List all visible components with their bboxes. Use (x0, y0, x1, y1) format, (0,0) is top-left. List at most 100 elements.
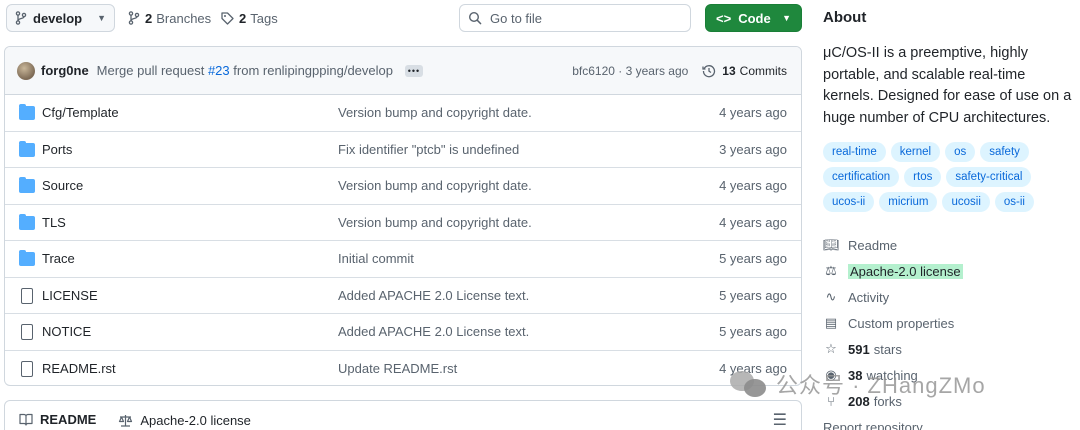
file-commit-date: 5 years ago (719, 251, 787, 267)
file-commit-message[interactable]: Version bump and copyright date. (338, 178, 532, 193)
star-icon: ☆ (825, 341, 837, 356)
branch-select-button[interactable]: develop ▼ (6, 4, 115, 32)
about-heading: About (823, 9, 867, 26)
file-name[interactable]: NOTICE (42, 324, 91, 339)
license-tab-label: Apache-2.0 license (140, 412, 251, 428)
topic-tag[interactable]: kernel (890, 142, 941, 162)
watermark: 公众号 · ZHangZMo (728, 368, 986, 400)
search-placeholder: Go to file (490, 10, 543, 26)
search-icon (468, 11, 482, 25)
tab-license[interactable]: Apache-2.0 license (118, 413, 251, 428)
topic-tag[interactable]: certification (823, 167, 900, 187)
pr-link[interactable]: #23 (208, 63, 230, 78)
wechat-logo-icon (728, 369, 768, 399)
file-name[interactable]: README.rst (42, 361, 116, 376)
topic-tag[interactable]: os (945, 142, 976, 162)
folder-icon (19, 213, 35, 230)
topic-tag[interactable]: ucos-ii (823, 192, 875, 212)
topic-tag[interactable]: ucosii (942, 192, 990, 212)
tags-link[interactable]: 2 Tags (221, 4, 278, 32)
file-row[interactable]: TLS Version bump and copyright date. 4 yea… (5, 205, 801, 241)
report-label: Report repository (823, 419, 923, 430)
file-commit-date: 4 years ago (719, 178, 787, 194)
folder-icon (19, 177, 35, 193)
topic-tag[interactable]: real-time (823, 142, 886, 162)
file-commit-message[interactable]: Fix identifier "ptcb" is undefined (338, 142, 519, 157)
file-name[interactable]: Ports (42, 142, 72, 157)
file-commit-date: 3 years ago (719, 141, 787, 157)
readme-link-label: Readme (848, 237, 898, 253)
repo-description: μC/OS-II is a preemptive, highly portabl… (823, 45, 1072, 126)
topic-tag[interactable]: safety-critical (946, 167, 1032, 187)
commit-message[interactable]: Merge pull request #23 from renlipingppi… (97, 63, 393, 78)
tags-count: 2 (239, 10, 247, 26)
file-commit-message[interactable]: Added APACHE 2.0 License text. (338, 324, 529, 339)
file-icon (21, 324, 33, 340)
branches-count: 2 (145, 10, 153, 26)
readme-link[interactable]: 📖︎ Readme (823, 232, 963, 258)
code-icon: <> (716, 10, 732, 26)
file-icon (21, 287, 33, 304)
readme-tab-label: README (40, 411, 97, 427)
report-repository-link[interactable]: Report repository (823, 414, 963, 430)
topic-tag[interactable]: safety (980, 142, 1029, 162)
folder-icon (19, 250, 35, 266)
custom-properties-link[interactable]: ▤ Custom properties (823, 310, 963, 336)
file-icon (21, 360, 33, 377)
file-row[interactable]: README.rst Update README.rst 4 years ago (5, 351, 801, 386)
stars-label: stars (873, 341, 902, 357)
file-row[interactable]: Source Version bump and copyright date. 4 … (5, 168, 801, 205)
commit-sha-time[interactable]: bfc6120 · 3 years ago (572, 64, 688, 78)
file-name[interactable]: Source (42, 178, 83, 193)
commit-author[interactable]: forg0ne (41, 63, 89, 78)
outline-menu-icon[interactable]: ☰ (773, 410, 787, 430)
topic-list: real-time kernel os safety certification rtos… (823, 142, 1075, 212)
stars-link[interactable]: ☆ 591 stars (823, 336, 963, 362)
file-row[interactable]: Trace Initial commit 5 years ago (5, 241, 801, 278)
pulse-icon: ∿ (825, 289, 837, 304)
branches-link[interactable]: 2 Branches (128, 4, 211, 32)
branch-icon (128, 11, 140, 25)
file-name[interactable]: Trace (42, 251, 75, 266)
activity-link[interactable]: ∿ Activity (823, 284, 963, 310)
file-commit-message[interactable]: Added APACHE 2.0 License text. (338, 288, 529, 303)
go-to-file-input[interactable]: Go to file (459, 4, 691, 32)
chevron-down-icon: ▼ (782, 13, 791, 23)
file-commit-message[interactable]: Version bump and copyright date. (338, 215, 532, 230)
readme-tabs: README Apache-2.0 license ☰ (4, 400, 802, 430)
tag-icon (221, 11, 234, 25)
stars-count: 591 (848, 341, 870, 357)
file-commit-date: 4 years ago (719, 214, 787, 230)
commits-count: 13 (722, 63, 736, 78)
file-name[interactable]: Cfg/Template (42, 105, 119, 120)
avatar[interactable] (17, 61, 35, 80)
file-name[interactable]: LICENSE (42, 288, 98, 303)
history-icon (702, 64, 716, 77)
file-name[interactable]: TLS (42, 215, 66, 230)
commits-link[interactable]: 13 Commits (702, 64, 787, 78)
file-commit-date: 4 years ago (719, 105, 787, 121)
ellipsis-icon[interactable]: ••• (404, 64, 423, 77)
commits-label: Commits (739, 63, 787, 78)
activity-label: Activity (848, 289, 890, 305)
file-row[interactable]: Cfg/Template Version bump and copyright d… (5, 95, 801, 132)
code-label: Code (738, 10, 771, 26)
tab-readme[interactable]: README (19, 412, 96, 430)
license-link[interactable]: ⚖ Apache-2.0 license (823, 258, 963, 284)
about-links: 📖︎ Readme ⚖ Apache-2.0 license ∿ Activit… (823, 232, 963, 430)
branch-name: develop (33, 10, 83, 26)
folder-icon (19, 104, 35, 120)
topic-tag[interactable]: os-ii (994, 192, 1034, 212)
file-commit-message[interactable]: Initial commit (338, 251, 414, 266)
book-icon (19, 413, 33, 426)
tags-label: Tags (250, 10, 278, 26)
file-row[interactable]: LICENSE Added APACHE 2.0 License text. 5 y… (5, 278, 801, 314)
file-commit-message[interactable]: Version bump and copyright date. (338, 105, 532, 120)
topic-tag[interactable]: rtos (904, 167, 942, 187)
watermark-text: 公众号 · ZHangZMo (776, 373, 986, 398)
code-button[interactable]: <> Code ▼ (705, 4, 802, 32)
file-row[interactable]: Ports Fix identifier "ptcb" is undefined 3… (5, 132, 801, 168)
file-row[interactable]: NOTICE Added APACHE 2.0 License text. 5 ye… (5, 314, 801, 351)
file-commit-message[interactable]: Update README.rst (338, 361, 457, 376)
topic-tag[interactable]: micrium (879, 192, 938, 212)
